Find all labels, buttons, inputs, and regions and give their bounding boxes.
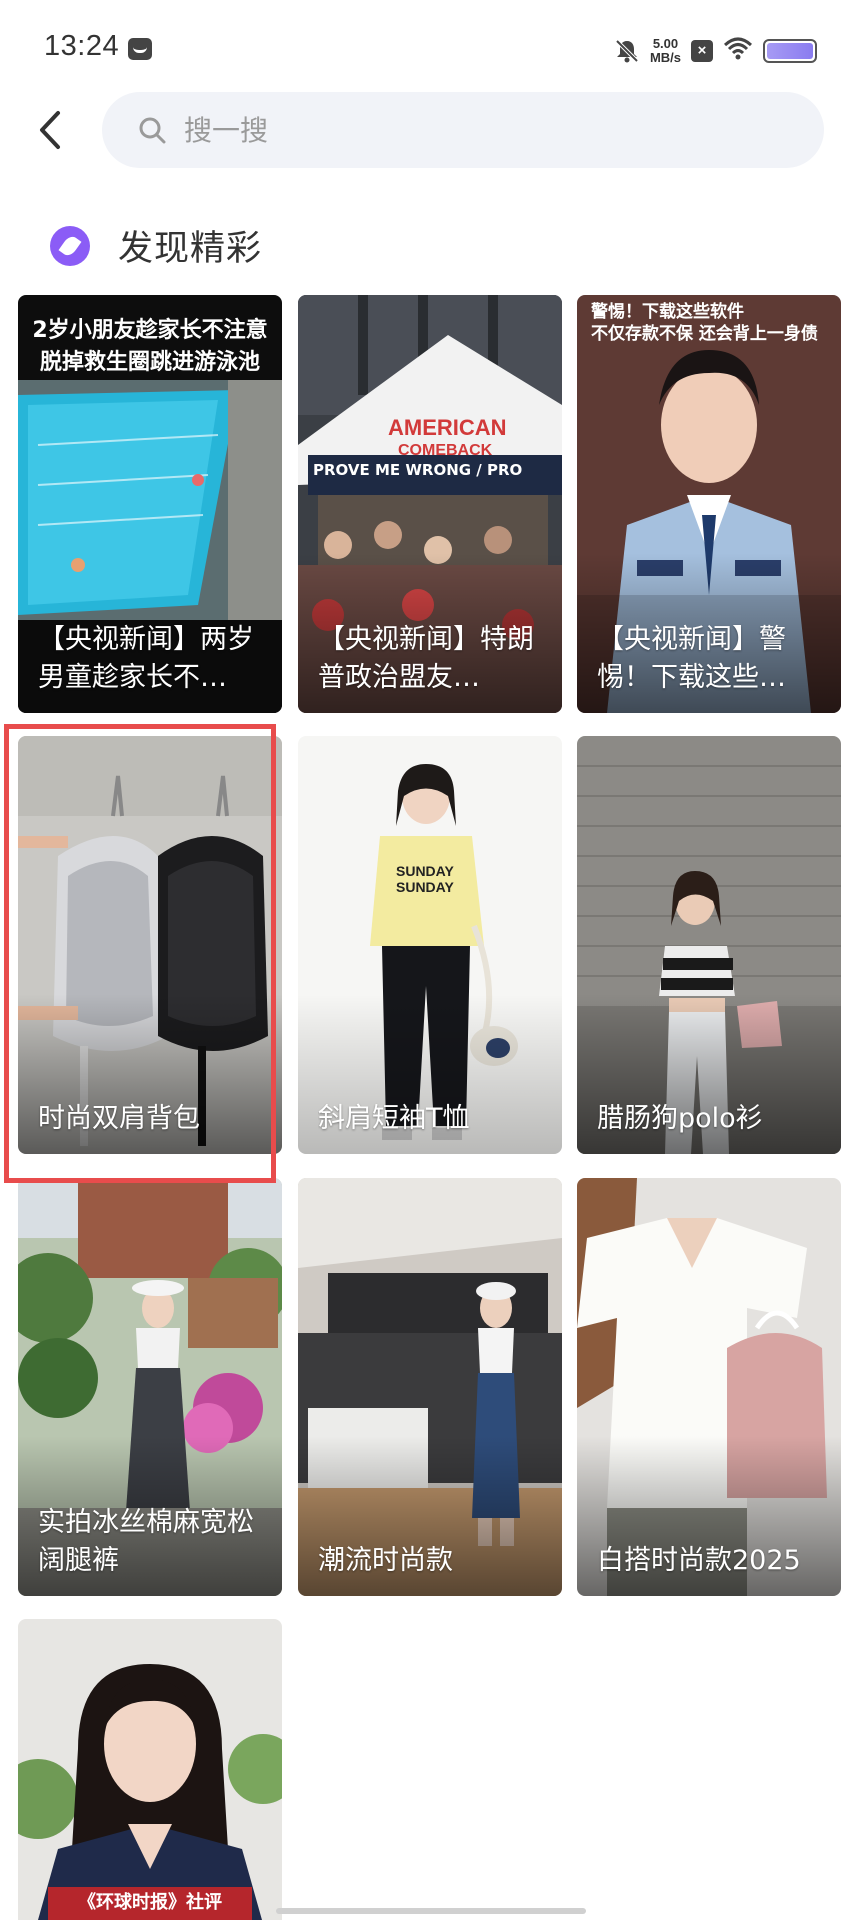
battery-icon — [763, 39, 817, 63]
card-title: 潮流时尚款 — [318, 1545, 453, 1576]
message-icon — [128, 38, 152, 60]
status-bar: 13:24 5.00 MB/s × — [0, 0, 861, 100]
svg-text:SUNDAY: SUNDAY — [396, 863, 454, 879]
card-overlay-text: 《环球时报》社评 — [78, 1892, 222, 1913]
back-button[interactable] — [30, 108, 70, 152]
mute-icon — [614, 38, 640, 64]
card-overlay-text: 警惕！下载这些软件 不仅存款不保 还会背上一身债 — [591, 302, 818, 344]
card-title: 斜肩短袖T恤 — [318, 1103, 470, 1134]
card-title: 【央视新闻】两岁男童趁家长不… — [38, 624, 254, 693]
chevron-left-icon — [40, 111, 60, 149]
product-card[interactable]: 腊肠狗polo衫 — [577, 736, 841, 1154]
card-thumbnail — [18, 1619, 282, 1920]
status-icons: 5.00 MB/s × — [614, 34, 817, 68]
section-header: 发现精彩 — [50, 220, 262, 271]
product-card[interactable]: 潮流时尚款 — [298, 1178, 562, 1596]
video-card[interactable]: AMERICAN COMEBACK PROVE ME WRONG / PRO 【… — [298, 295, 562, 713]
product-card[interactable]: 实拍冰丝棉麻宽松阔腿裤 — [18, 1178, 282, 1596]
home-indicator[interactable] — [276, 1908, 586, 1914]
video-card[interactable]: 警惕！下载这些软件 不仅存款不保 还会背上一身债 【央视新闻】警惕！下载这些… — [577, 295, 841, 713]
speed-value: 5.00 — [652, 36, 679, 51]
video-card[interactable]: 2岁小朋友趁家长不注意 脱掉救生圈跳进游泳池 【央视新闻】两岁男童趁家长不… — [18, 295, 282, 713]
card-title: 实拍冰丝棉麻宽松阔腿裤 — [38, 1507, 254, 1576]
discover-icon — [50, 225, 90, 266]
network-speed: 5.00 MB/s — [650, 37, 681, 65]
section-title: 发现精彩 — [118, 229, 263, 269]
speed-unit: MB/s — [649, 50, 681, 65]
card-title: 时尚双肩背包 — [38, 1103, 200, 1134]
card-title: 【央视新闻】特朗普政治盟友… — [318, 624, 534, 693]
svg-text:COMEBACK: COMEBACK — [398, 442, 493, 459]
search-input[interactable] — [184, 113, 744, 147]
svg-text:SUNDAY: SUNDAY — [396, 879, 454, 895]
product-card[interactable]: 白搭时尚款2025 — [577, 1178, 841, 1596]
card-title: 腊肠狗polo衫 — [597, 1103, 763, 1134]
x-badge-icon: × — [691, 40, 713, 62]
search-box[interactable] — [102, 92, 824, 168]
card-overlay-text: 2岁小朋友趁家长不注意 脱掉救生圈跳进游泳池 — [32, 318, 268, 375]
product-card[interactable]: SUNDAY SUNDAY 斜肩短袖T恤 — [298, 736, 562, 1154]
wifi-icon — [723, 37, 753, 65]
card-title: 【央视新闻】警惕！下载这些… — [597, 624, 786, 693]
status-time: 13:24 — [44, 30, 120, 62]
product-card[interactable]: 时尚双肩背包 — [18, 736, 282, 1154]
card-title: 白搭时尚款2025 — [597, 1545, 801, 1576]
search-icon — [139, 117, 166, 144]
svg-text:AMERICAN: AMERICAN — [388, 415, 507, 440]
video-card[interactable]: 《环球时报》社评 — [18, 1619, 282, 1920]
card-overlay-text: PROVE ME WRONG / PRO — [313, 461, 523, 479]
